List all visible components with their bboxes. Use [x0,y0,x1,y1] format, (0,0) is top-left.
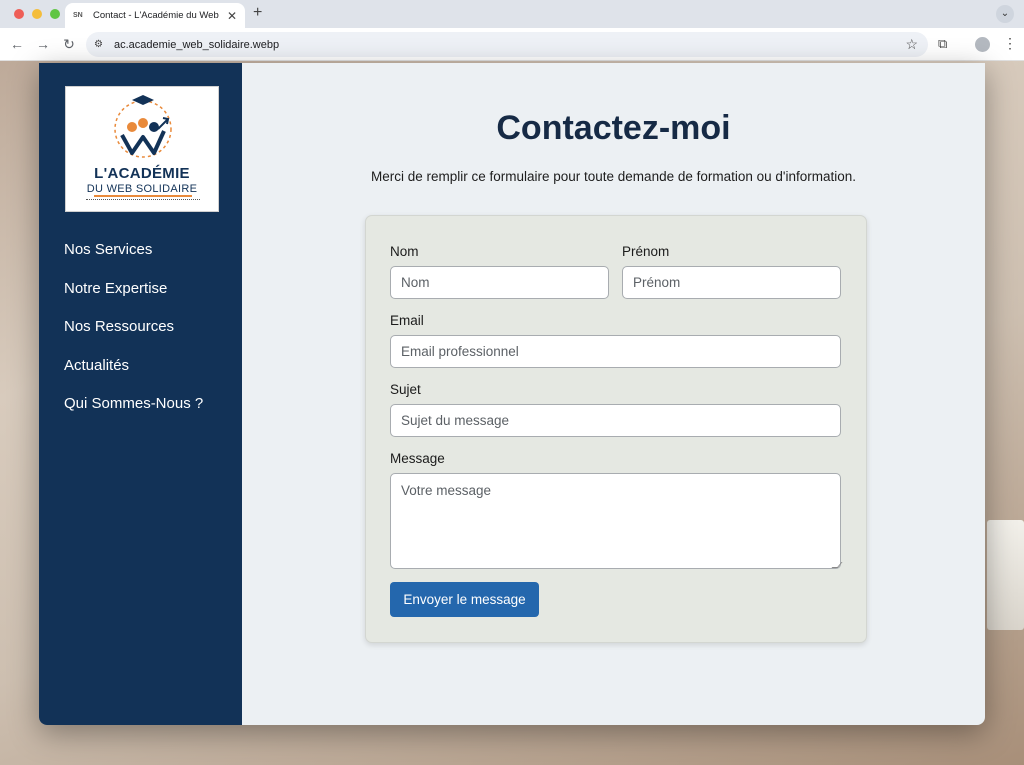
page-title: Contactez-moi [496,109,731,147]
message-textarea[interactable] [390,473,841,569]
nom-input[interactable] [390,266,609,299]
sidebar-nav: Nos Services Notre Expertise Nos Ressour… [64,240,203,433]
browser-tab[interactable]: SN Contact - L'Académie du Web ✕ [65,3,245,28]
sujet-label: Sujet [390,382,421,397]
sidebar-item-ressources[interactable]: Nos Ressources [64,317,203,356]
tab-favicon-icon: SN [73,12,83,19]
bookmark-star-icon[interactable]: ☆ [905,36,918,53]
site-logo[interactable]: L'ACADÉMIE DU WEB SOLIDAIRE [65,86,219,212]
browser-tab-bar: SN Contact - L'Académie du Web ✕ + ⌄ [0,0,1024,28]
logo-title: L'ACADÉMIE [94,165,190,182]
tab-title: Contact - L'Académie du Web [93,10,219,21]
page-viewport: L'ACADÉMIE DU WEB SOLIDAIRE Nos Services… [39,63,985,725]
window-controls [14,9,60,19]
minimize-window-icon[interactable] [32,9,42,19]
message-label: Message [390,451,445,466]
address-bar[interactable]: ⚙ ac.academie_web_solidaire.webp ☆ [86,32,928,57]
maximize-window-icon[interactable] [50,9,60,19]
back-icon[interactable]: ← [4,36,30,52]
sidebar-item-expertise[interactable]: Notre Expertise [64,279,203,318]
main-content: Contactez-moi Merci de remplir ce formul… [242,63,985,725]
logo-underline [94,195,192,197]
email-input[interactable] [390,335,841,368]
profile-avatar-icon[interactable] [975,37,990,52]
sidebar: L'ACADÉMIE DU WEB SOLIDAIRE Nos Services… [39,63,242,725]
nom-label: Nom [390,244,419,259]
tab-close-icon[interactable]: ✕ [227,9,237,23]
logo-subtitle: DU WEB SOLIDAIRE [86,183,198,195]
new-tab-icon[interactable]: + [253,4,262,22]
url-text: ac.academie_web_solidaire.webp [114,38,280,51]
sidebar-item-services[interactable]: Nos Services [64,240,203,279]
contact-form: Nom Prénom Email Sujet Message Envoyer l… [365,215,867,643]
email-label: Email [390,313,424,328]
browser-menu-icon[interactable]: ⋮ [1003,35,1017,52]
logo-tagline [86,199,200,201]
sidebar-item-actualites[interactable]: Actualités [64,356,203,395]
close-window-icon[interactable] [14,9,24,19]
prenom-label: Prénom [622,244,670,259]
browser-toolbar: ← → ↻ ⚙ ac.academie_web_solidaire.webp ☆ [0,28,1024,61]
sidebar-item-qui-sommes-nous[interactable]: Qui Sommes-Nous ? [64,394,203,433]
page-subtitle: Merci de remplir ce formulaire pour tout… [370,169,857,184]
academy-emblem-icon [114,95,172,158]
sujet-input[interactable] [390,404,841,437]
reload-icon[interactable]: ↻ [56,36,82,53]
forward-icon[interactable]: → [30,36,56,52]
extensions-icon[interactable]: ⧉ [938,36,947,52]
site-info-icon[interactable]: ⚙ [94,39,112,50]
tab-search-icon[interactable]: ⌄ [996,5,1014,23]
prenom-input[interactable] [622,266,841,299]
background-notebook [987,520,1024,630]
send-message-button[interactable]: Envoyer le message [390,582,539,617]
